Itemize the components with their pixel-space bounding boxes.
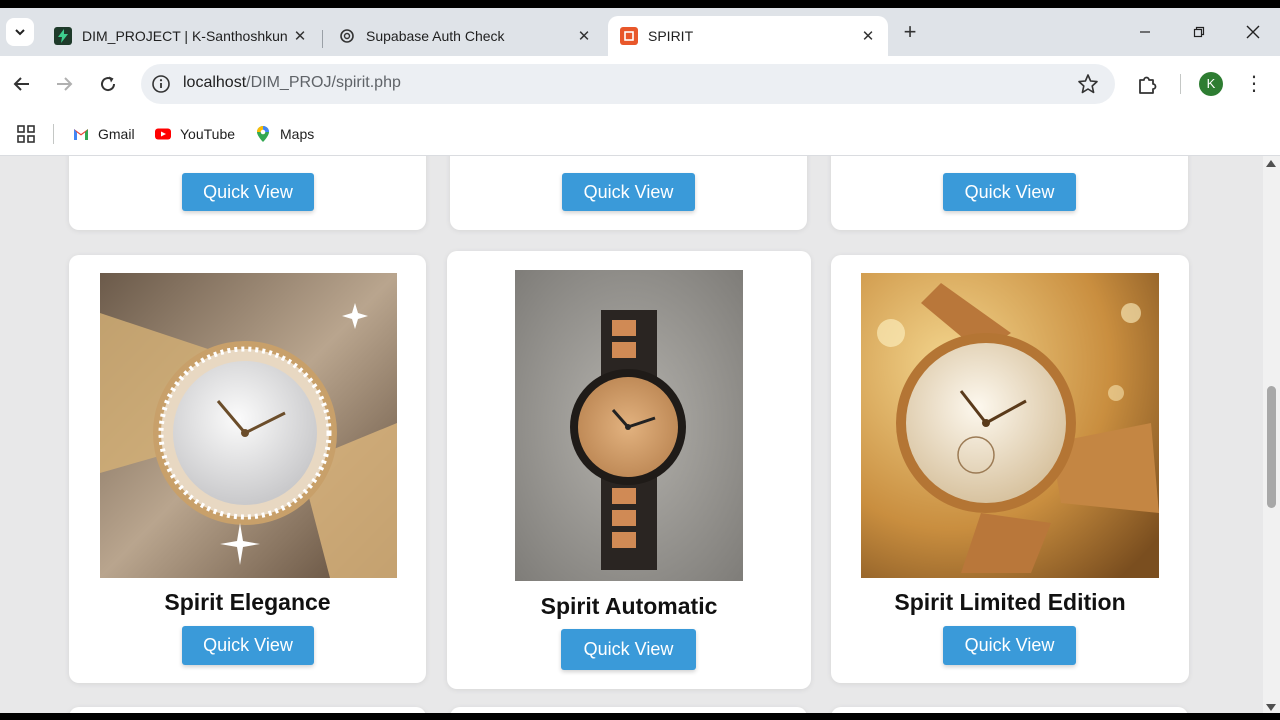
product-title: Spirit Automatic [540, 593, 718, 619]
minimize-icon [1140, 31, 1150, 33]
back-button[interactable] [8, 70, 36, 98]
toolbar-divider [1180, 74, 1181, 94]
reload-button[interactable] [94, 70, 122, 98]
youtube-icon [155, 128, 171, 140]
product-card: Quick View [831, 156, 1188, 230]
product-card-spirit-elegance: Spirit Elegance Quick View [69, 255, 426, 683]
tab-supabase-auth[interactable]: Supabase Auth Check ✕ [326, 16, 604, 56]
gmail-icon [74, 129, 88, 140]
profile-avatar[interactable]: K [1199, 72, 1223, 96]
restore-icon [1193, 26, 1205, 38]
product-card [450, 707, 807, 713]
tab-title: SPIRIT [648, 28, 694, 44]
bookmark-label: Maps [280, 126, 315, 142]
openai-icon [338, 27, 356, 45]
tab-title: Supabase Auth Check [366, 28, 505, 44]
product-card [69, 707, 426, 713]
menu-kebab-icon[interactable]: ⋮ [1244, 72, 1264, 96]
product-image-rose-gold-watch[interactable] [861, 273, 1159, 578]
product-card-spirit-automatic: Spirit Automatic Quick View [447, 251, 811, 689]
scroll-thumb[interactable] [1267, 386, 1276, 508]
product-card: Quick View [69, 156, 426, 230]
forward-button[interactable] [50, 70, 78, 98]
address-bar[interactable]: localhost/DIM_PROJ/spirit.php [141, 64, 1115, 104]
quick-view-button[interactable]: Quick View [943, 173, 1076, 211]
product-title: Spirit Limited Edition [894, 589, 1126, 615]
close-tab-icon[interactable]: ✕ [576, 27, 592, 45]
tab-strip: DIM_PROJECT | K-Santhoshkun ✕ Supabase A… [0, 8, 1280, 56]
product-card: Quick View [450, 156, 807, 230]
close-tab-icon[interactable]: ✕ [292, 27, 308, 45]
vertical-scrollbar[interactable] [1263, 156, 1280, 713]
bookmark-maps[interactable]: Maps [254, 124, 314, 144]
quick-view-button[interactable]: Quick View [182, 626, 314, 665]
url-path: /DIM_PROJ/spirit.php [246, 74, 401, 91]
reload-icon [101, 76, 116, 92]
quick-view-button[interactable]: Quick View [562, 173, 695, 211]
product-image-gold-diamond-watch[interactable] [100, 273, 397, 578]
browser-window: DIM_PROJECT | K-Santhoshkun ✕ Supabase A… [0, 8, 1280, 713]
quick-view-button[interactable]: Quick View [561, 629, 696, 670]
arrow-right-icon [57, 77, 73, 91]
bookmarks-bar: Gmail YouTube Maps [0, 112, 1280, 156]
tab-spirit[interactable]: SPIRIT ✕ [608, 16, 888, 56]
bookmark-youtube[interactable]: YouTube [154, 124, 235, 144]
tab-dim-project[interactable]: DIM_PROJECT | K-Santhoshkun ✕ [42, 16, 320, 56]
tab-separator [322, 30, 323, 48]
bookmark-label: Gmail [98, 126, 135, 142]
url-text: localhost/DIM_PROJ/spirit.php [183, 74, 401, 92]
arrow-left-icon [13, 77, 29, 91]
bookmark-label: YouTube [180, 126, 236, 142]
new-tab-button[interactable]: + [898, 20, 922, 44]
apps-grid-icon[interactable] [16, 124, 36, 144]
close-window-button[interactable] [1238, 18, 1268, 46]
close-tab-icon[interactable]: ✕ [860, 27, 876, 45]
page-viewport: Quick View Quick View Quick View Spirit … [0, 156, 1280, 713]
product-image-wooden-watch[interactable] [515, 270, 743, 581]
product-title: Spirit Elegance [164, 589, 331, 615]
chevron-down-icon [15, 29, 25, 36]
product-card [831, 707, 1188, 713]
star-icon[interactable] [1077, 73, 1099, 95]
browser-toolbar: localhost/DIM_PROJ/spirit.php K ⋮ [0, 56, 1280, 112]
close-icon [1246, 25, 1260, 39]
bookmarks-divider [53, 124, 54, 144]
minimize-button[interactable] [1130, 18, 1160, 46]
tab-search-button[interactable] [6, 18, 34, 46]
product-card-spirit-limited-edition: Spirit Limited Edition Quick View [831, 255, 1189, 683]
quick-view-button[interactable]: Quick View [182, 173, 314, 211]
url-host: localhost [183, 74, 247, 91]
bookmark-gmail[interactable]: Gmail [72, 124, 135, 144]
spirit-logo-icon [620, 27, 638, 45]
puzzle-icon[interactable] [1136, 72, 1160, 96]
site-info-icon[interactable] [151, 74, 171, 94]
scroll-down-arrow-icon[interactable] [1266, 704, 1276, 711]
maps-icon [257, 126, 269, 142]
scroll-up-arrow-icon[interactable] [1266, 160, 1276, 167]
tab-title: DIM_PROJECT | K-Santhoshkun [82, 28, 288, 44]
restore-button[interactable] [1184, 18, 1214, 46]
green-bolt-icon [54, 27, 72, 45]
quick-view-button[interactable]: Quick View [943, 626, 1076, 665]
